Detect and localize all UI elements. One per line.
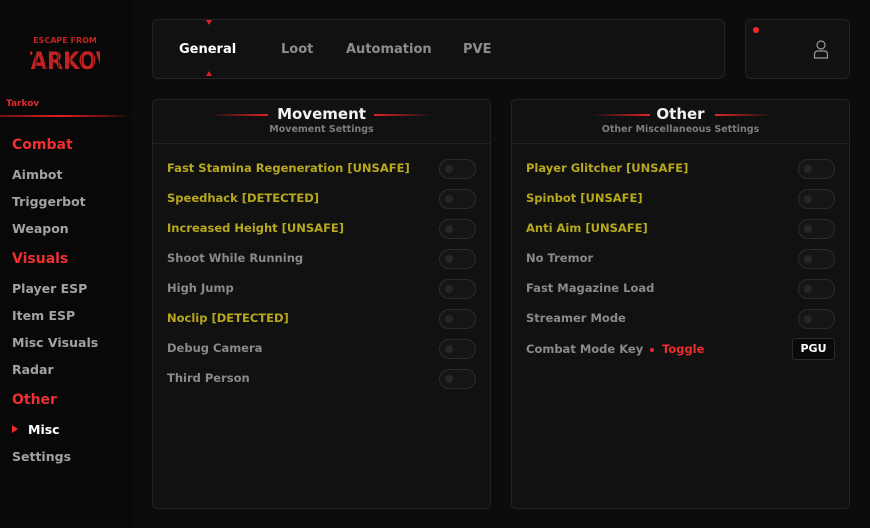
option-no-tremor: No Tremor — [526, 249, 835, 269]
toggle-knob — [445, 255, 453, 263]
active-tab-marker-bottom — [206, 71, 212, 76]
toggle-knob — [445, 285, 453, 293]
speedhack-toggle[interactable] — [439, 189, 476, 209]
tab-loot[interactable]: Loot — [281, 42, 313, 57]
toggle-knob — [445, 315, 453, 323]
movement-panel-header: Movement Movement Settings — [153, 100, 490, 144]
tab-automation[interactable]: Automation — [346, 42, 432, 57]
keybind-key-button[interactable]: PGU — [792, 338, 835, 360]
sidebar-item-radar[interactable]: Radar — [12, 362, 54, 377]
option-label: High Jump — [167, 281, 234, 295]
brand-divider — [0, 115, 132, 117]
option-combat-mode-key: Combat Mode Key Toggle PGU — [526, 338, 835, 360]
option-fast-stamina: Fast Stamina Regeneration [UNSAFE] — [167, 159, 476, 179]
toggle-knob — [804, 225, 812, 233]
active-tab-marker-top — [206, 20, 212, 25]
tarkov-logo: ESCAPE FROM TARKOV — [30, 36, 100, 79]
toggle-knob — [445, 165, 453, 173]
option-label: Anti Aim [UNSAFE] — [526, 221, 648, 235]
option-label: Debug Camera — [167, 341, 263, 355]
option-label: Increased Height [UNSAFE] — [167, 221, 345, 235]
option-fast-magazine-load: Fast Magazine Load — [526, 279, 835, 299]
other-panel-header: Other Other Miscellaneous Settings — [512, 100, 849, 144]
option-label: Fast Magazine Load — [526, 281, 655, 295]
sidebar-item-misc[interactable]: Misc — [28, 422, 60, 437]
option-increased-height: Increased Height [UNSAFE] — [167, 219, 476, 239]
section-other: Other — [12, 392, 57, 408]
toggle-knob — [804, 195, 812, 203]
keybind-label: Combat Mode Key — [526, 342, 644, 356]
sidebar: ESCAPE FROM TARKOV Tarkov Combat Aimbot … — [0, 0, 132, 528]
option-label: Streamer Mode — [526, 311, 626, 325]
streamer-mode-toggle[interactable] — [798, 309, 835, 329]
option-streamer-mode: Streamer Mode — [526, 309, 835, 329]
other-title: Other — [656, 105, 705, 123]
section-visuals: Visuals — [12, 251, 69, 267]
option-label: Third Person — [167, 371, 250, 385]
sidebar-item-item-esp[interactable]: Item ESP — [12, 308, 75, 323]
keybind-mode-toggle[interactable]: Toggle — [662, 342, 704, 356]
increased-height-toggle[interactable] — [439, 219, 476, 239]
movement-panel: Movement Movement Settings Fast Stamina … — [152, 99, 491, 509]
option-speedhack: Speedhack [DETECTED] — [167, 189, 476, 209]
option-label: No Tremor — [526, 251, 594, 265]
fast-magazine-load-toggle[interactable] — [798, 279, 835, 299]
option-debug-camera: Debug Camera — [167, 339, 476, 359]
option-player-glitcher: Player Glitcher [UNSAFE] — [526, 159, 835, 179]
toggle-knob — [804, 315, 812, 323]
active-indicator-icon — [12, 425, 18, 433]
user-icon[interactable] — [813, 39, 829, 59]
option-high-jump: High Jump — [167, 279, 476, 299]
user-box — [745, 19, 850, 79]
sidebar-item-weapon[interactable]: Weapon — [12, 221, 69, 236]
svg-text:TARKOV: TARKOV — [30, 47, 100, 75]
toggle-knob — [445, 345, 453, 353]
other-panel: Other Other Miscellaneous Settings Playe… — [511, 99, 850, 509]
toggle-knob — [445, 225, 453, 233]
section-combat: Combat — [12, 137, 73, 153]
option-label: Noclip [DETECTED] — [167, 311, 289, 325]
tab-general[interactable]: General — [179, 42, 236, 57]
tab-bar: General Loot Automation PVE — [152, 19, 725, 79]
toggle-knob — [804, 165, 812, 173]
high-jump-toggle[interactable] — [439, 279, 476, 299]
player-glitcher-toggle[interactable] — [798, 159, 835, 179]
shoot-while-running-toggle[interactable] — [439, 249, 476, 269]
anti-aim-toggle[interactable] — [798, 219, 835, 239]
svg-text:ESCAPE FROM: ESCAPE FROM — [33, 36, 97, 45]
option-spinbot: Spinbot [UNSAFE] — [526, 189, 835, 209]
option-third-person: Third Person — [167, 369, 476, 389]
toggle-knob — [804, 285, 812, 293]
movement-title: Movement — [277, 105, 366, 123]
tab-pve[interactable]: PVE — [463, 42, 491, 57]
no-tremor-toggle[interactable] — [798, 249, 835, 269]
brand-label: Tarkov — [6, 99, 40, 109]
movement-subtitle: Movement Settings — [269, 124, 374, 135]
sidebar-item-settings[interactable]: Settings — [12, 449, 71, 464]
debug-camera-toggle[interactable] — [439, 339, 476, 359]
sidebar-item-misc-visuals[interactable]: Misc Visuals — [12, 335, 98, 350]
option-label: Fast Stamina Regeneration [UNSAFE] — [167, 161, 410, 175]
keybind-separator-dot — [650, 348, 654, 352]
option-label: Spinbot [UNSAFE] — [526, 191, 643, 205]
other-subtitle: Other Miscellaneous Settings — [601, 124, 760, 135]
sidebar-item-triggerbot[interactable]: Triggerbot — [12, 194, 86, 209]
noclip-toggle[interactable] — [439, 309, 476, 329]
option-shoot-while-running: Shoot While Running — [167, 249, 476, 269]
third-person-toggle[interactable] — [439, 369, 476, 389]
spinbot-toggle[interactable] — [798, 189, 835, 209]
notification-dot — [753, 27, 759, 33]
option-label: Speedhack [DETECTED] — [167, 191, 320, 205]
option-label: Shoot While Running — [167, 251, 304, 265]
sidebar-item-aimbot[interactable]: Aimbot — [12, 167, 63, 182]
toggle-knob — [804, 255, 812, 263]
option-label: Player Glitcher [UNSAFE] — [526, 161, 689, 175]
sidebar-item-player-esp[interactable]: Player ESP — [12, 281, 87, 296]
toggle-knob — [445, 375, 453, 383]
option-noclip: Noclip [DETECTED] — [167, 309, 476, 329]
fast-stamina-toggle[interactable] — [439, 159, 476, 179]
toggle-knob — [445, 195, 453, 203]
option-anti-aim: Anti Aim [UNSAFE] — [526, 219, 835, 239]
